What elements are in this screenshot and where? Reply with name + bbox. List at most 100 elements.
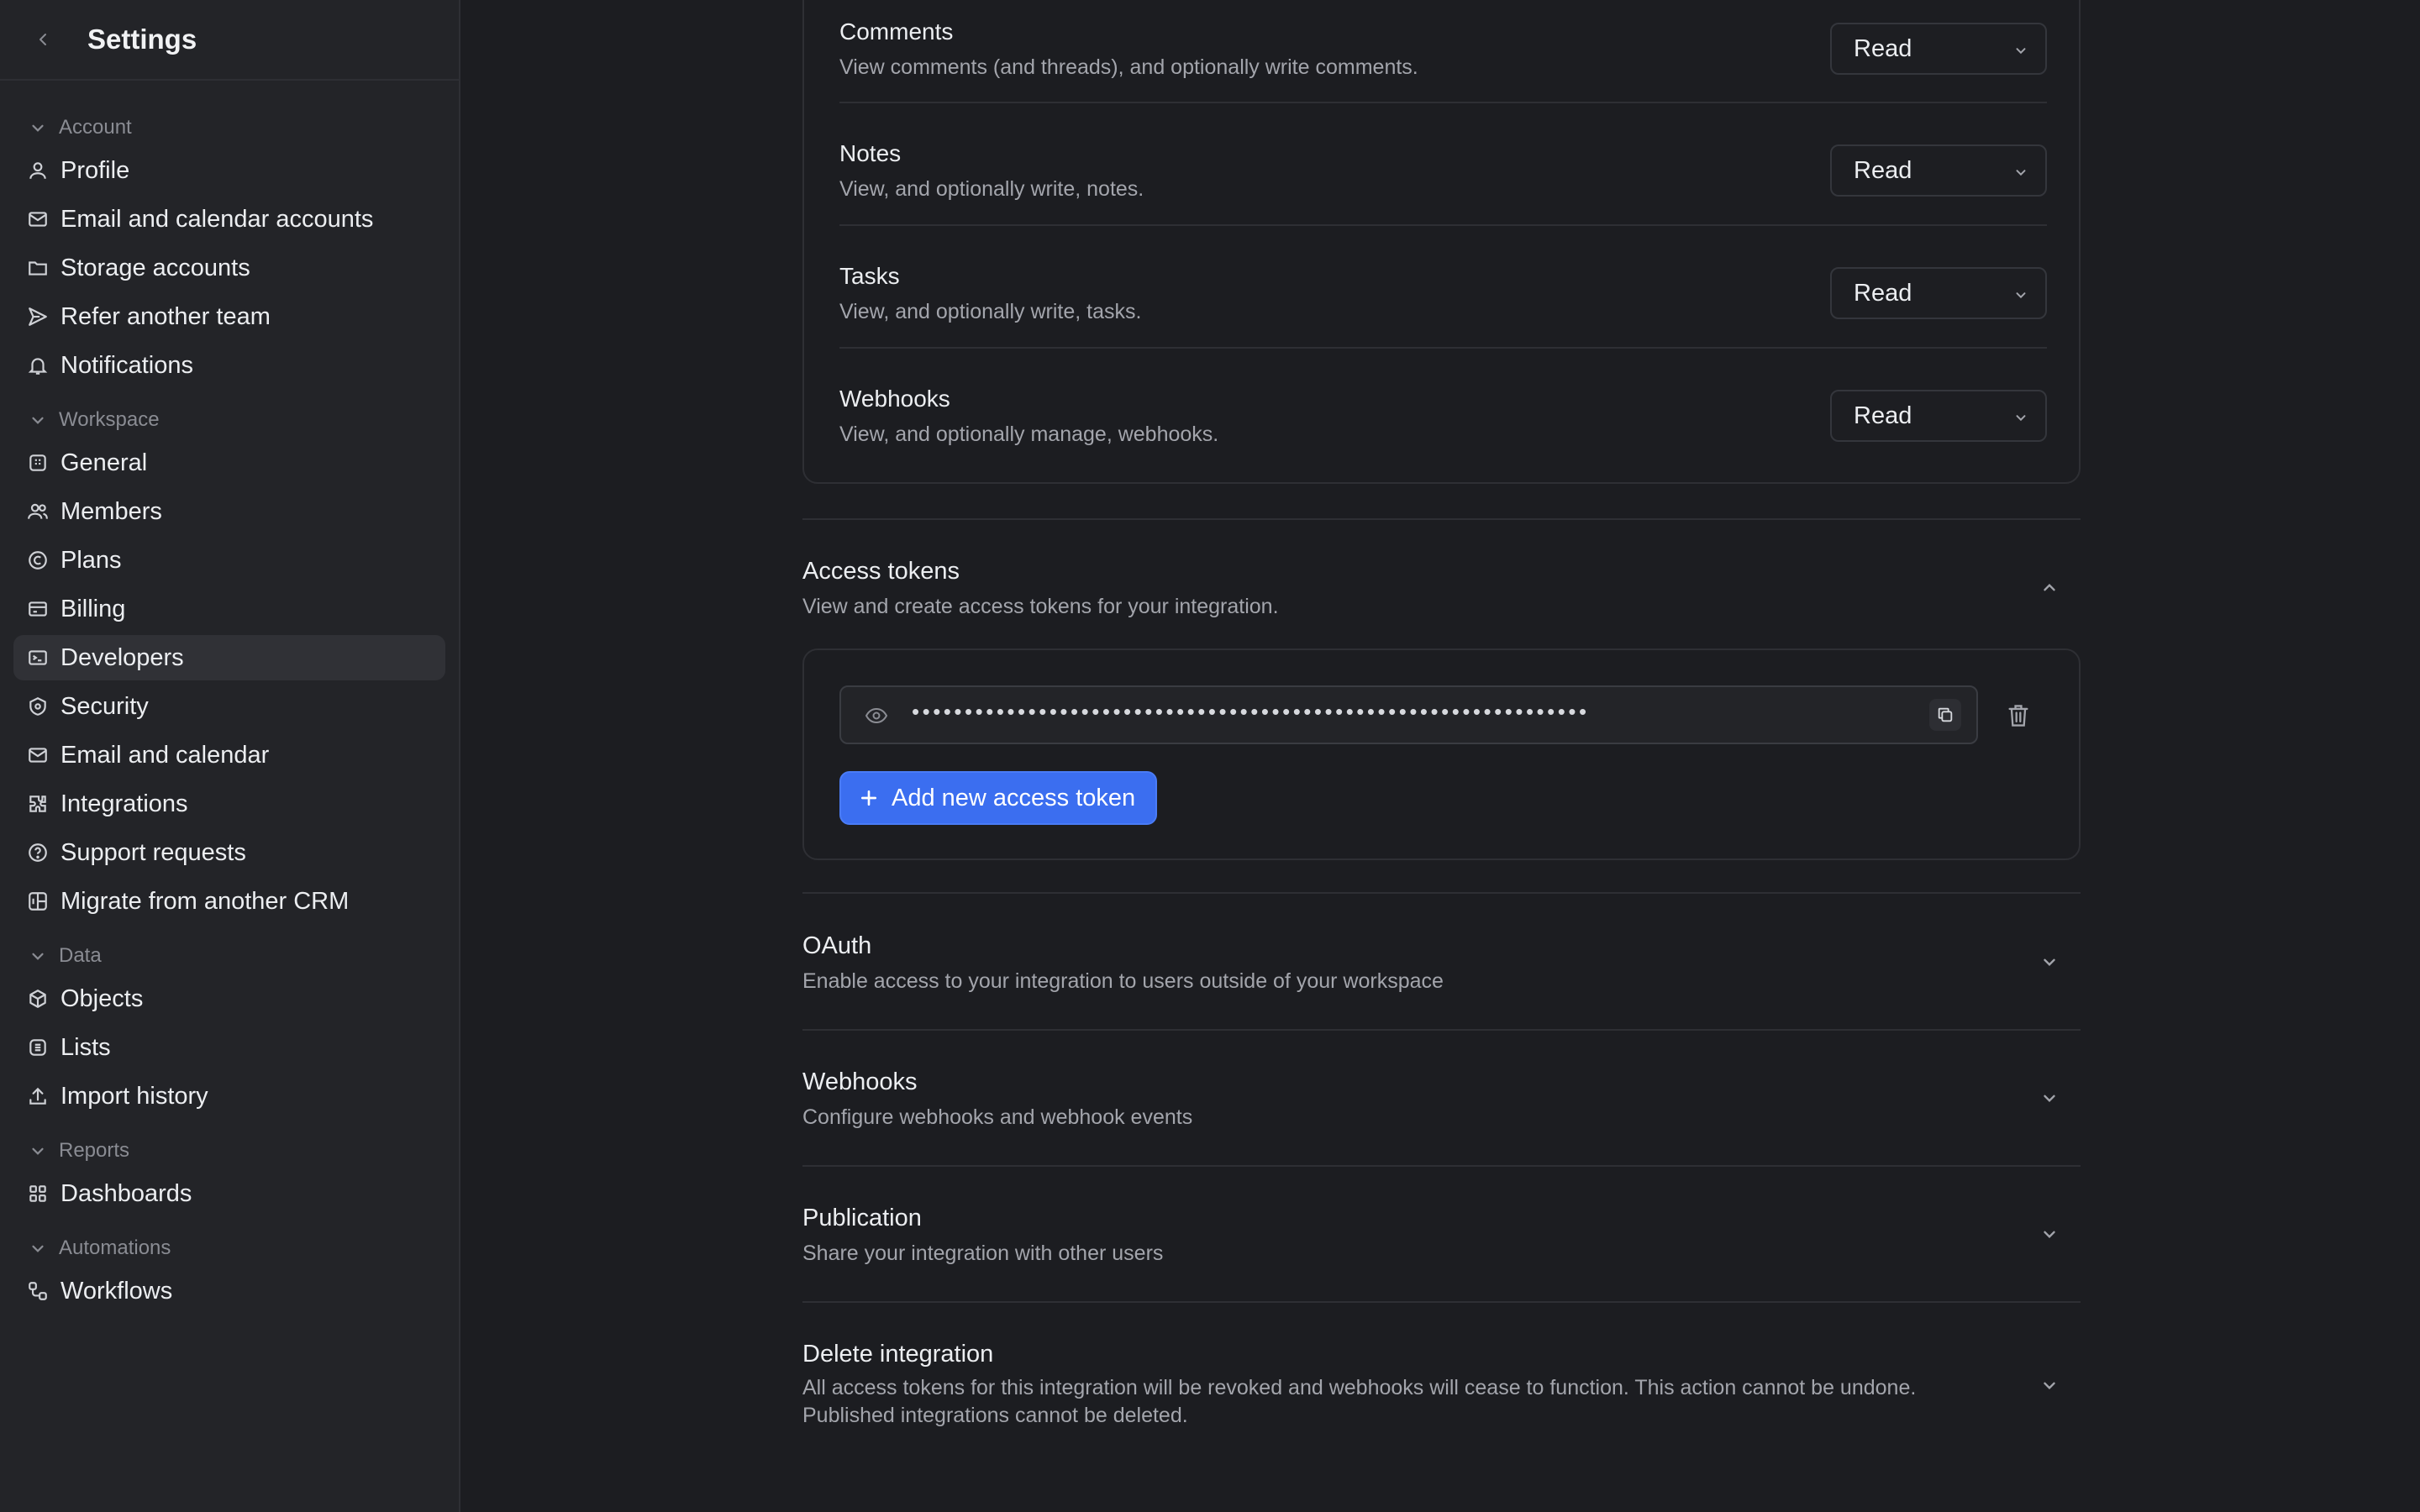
sidebar-item-refer-team[interactable]: Refer another team <box>13 294 445 339</box>
sidebar-item-label: Lists <box>60 1033 111 1061</box>
group-label: Reports <box>59 1139 130 1162</box>
chevron-down-icon <box>2016 415 2026 422</box>
sidebar-group-data: Data Objects Lists Import history <box>13 941 445 1119</box>
section-title: Publication <box>802 1205 922 1231</box>
permission-row-comments: Comments View comments (and threads), an… <box>839 0 2047 103</box>
trash-icon[interactable] <box>2007 703 2030 728</box>
sidebar-item-profile[interactable]: Profile <box>13 148 445 193</box>
permission-select-notes[interactable]: Read <box>1830 144 2047 197</box>
sidebar-item-label: Email and calendar <box>60 741 270 769</box>
sidebar-item-label: Migrate from another CRM <box>60 887 350 915</box>
chevron-down-icon[interactable] <box>2040 1376 2059 1394</box>
chevron-down-icon[interactable] <box>2040 1089 2059 1107</box>
send-icon <box>29 307 47 326</box>
sidebar-group-workspace: Workspace General Members Plans Billing … <box>13 405 445 924</box>
chevron-down-icon <box>2016 292 2026 299</box>
section-description: Share your integration with other users <box>802 1242 1164 1265</box>
sidebar-item-label: Members <box>60 497 162 525</box>
access-tokens-description: View and create access tokens for your i… <box>802 595 1279 618</box>
sidebar-group-account: Account Profile Email and calendar accou… <box>13 113 445 388</box>
permission-select-webhooks[interactable]: Read <box>1830 390 2047 442</box>
permission-select-tasks[interactable]: Read <box>1830 267 2047 319</box>
sidebar-item-general[interactable]: General <box>13 440 445 486</box>
sidebar-item-support-requests[interactable]: Support requests <box>13 830 445 875</box>
chevron-up-icon[interactable] <box>2040 579 2059 597</box>
permission-select-comments[interactable]: Read <box>1830 23 2047 75</box>
sidebar-item-dashboards[interactable]: Dashboards <box>13 1171 445 1216</box>
group-toggle-account[interactable]: Account <box>13 113 445 143</box>
plus-icon <box>860 790 877 806</box>
sidebar-item-email-calendar[interactable]: Email and calendar <box>13 732 445 778</box>
select-value: Read <box>1854 402 1912 429</box>
permission-title: Webhooks <box>839 386 950 412</box>
divider <box>802 1165 2081 1167</box>
group-label: Account <box>59 116 132 139</box>
bell-icon <box>28 358 48 375</box>
sidebar-item-label: Refer another team <box>60 302 271 330</box>
folder-icon <box>29 261 47 276</box>
access-token-field[interactable]: ••••••••••••••••••••••••••••••••••••••••… <box>839 685 1978 744</box>
sidebar-item-label: Dashboards <box>60 1179 192 1207</box>
building-icon <box>29 454 46 471</box>
sidebar-item-import-history[interactable]: Import history <box>13 1074 445 1119</box>
group-label: Workspace <box>59 408 160 431</box>
back-button[interactable] <box>29 24 59 55</box>
sidebar-item-label: Email and calendar accounts <box>60 205 374 233</box>
sidebar-group-reports: Reports Dashboards <box>13 1136 445 1216</box>
group-toggle-automations[interactable]: Automations <box>13 1233 445 1263</box>
sidebar-title: Settings <box>87 24 197 55</box>
chevron-down-icon <box>32 953 44 960</box>
sidebar-item-label: Security <box>60 692 149 720</box>
sidebar-item-developers[interactable]: Developers <box>13 635 445 680</box>
add-access-token-button[interactable]: Add new access token <box>839 771 1158 825</box>
permission-row-webhooks: Webhooks View, and optionally manage, we… <box>839 349 2047 471</box>
sidebar-item-label: Integrations <box>60 790 188 817</box>
mail-icon <box>29 748 47 763</box>
sidebar-item-members[interactable]: Members <box>13 489 445 534</box>
permission-description: View, and optionally write, tasks. <box>839 300 1142 323</box>
dashboard-icon <box>29 1185 46 1202</box>
section-title: OAuth <box>802 932 872 959</box>
settings-sidebar: Settings Account Profile Email and calen… <box>0 0 460 1512</box>
user-icon <box>29 162 46 179</box>
group-toggle-data[interactable]: Data <box>13 941 445 971</box>
chevron-down-icon[interactable] <box>2040 953 2059 971</box>
group-toggle-reports[interactable]: Reports <box>13 1136 445 1166</box>
sidebar-item-objects[interactable]: Objects <box>13 976 445 1021</box>
sidebar-header: Settings <box>0 0 459 81</box>
copy-token-button[interactable] <box>1929 699 1961 731</box>
cube-icon <box>29 990 46 1008</box>
sidebar-item-label: Profile <box>60 156 130 184</box>
group-toggle-workspace[interactable]: Workspace <box>13 405 445 435</box>
sidebar-item-label: Billing <box>60 595 126 622</box>
divider <box>802 1301 2081 1303</box>
chevron-down-icon <box>2016 48 2026 55</box>
terminal-icon <box>29 650 47 665</box>
sidebar-item-notifications[interactable]: Notifications <box>13 343 445 388</box>
sidebar-item-storage-accounts[interactable]: Storage accounts <box>13 245 445 291</box>
permission-row-notes: Notes View, and optionally write, notes.… <box>839 103 2047 226</box>
credit-card-icon <box>29 601 47 617</box>
chevron-down-icon <box>32 124 44 132</box>
section-description: Configure webhooks and webhook events <box>802 1105 1193 1129</box>
chevron-down-icon <box>32 1147 44 1155</box>
sidebar-item-migrate-crm[interactable]: Migrate from another CRM <box>13 879 445 924</box>
sidebar-item-plans[interactable]: Plans <box>13 538 445 583</box>
eye-icon[interactable] <box>865 706 888 726</box>
sidebar-item-integrations[interactable]: Integrations <box>13 781 445 827</box>
permission-description: View, and optionally write, notes. <box>839 177 1144 201</box>
sidebar-item-security[interactable]: Security <box>13 684 445 729</box>
copy-icon <box>1938 707 1953 722</box>
chevron-down-icon[interactable] <box>2040 1225 2059 1243</box>
sidebar-item-email-calendar-accounts[interactable]: Email and calendar accounts <box>13 197 445 242</box>
sidebar-item-workflows[interactable]: Workflows <box>13 1268 445 1314</box>
sidebar-item-lists[interactable]: Lists <box>13 1025 445 1070</box>
group-label: Automations <box>59 1236 171 1259</box>
permission-description: View, and optionally manage, webhooks. <box>839 423 1219 446</box>
access-tokens-title: Access tokens <box>802 558 960 585</box>
masked-token: ••••••••••••••••••••••••••••••••••••••••… <box>912 699 1590 724</box>
sidebar-item-label: Storage accounts <box>60 254 250 281</box>
shield-icon <box>29 697 46 716</box>
sidebar-group-automations: Automations Workflows <box>13 1233 445 1314</box>
sidebar-item-billing[interactable]: Billing <box>13 586 445 632</box>
